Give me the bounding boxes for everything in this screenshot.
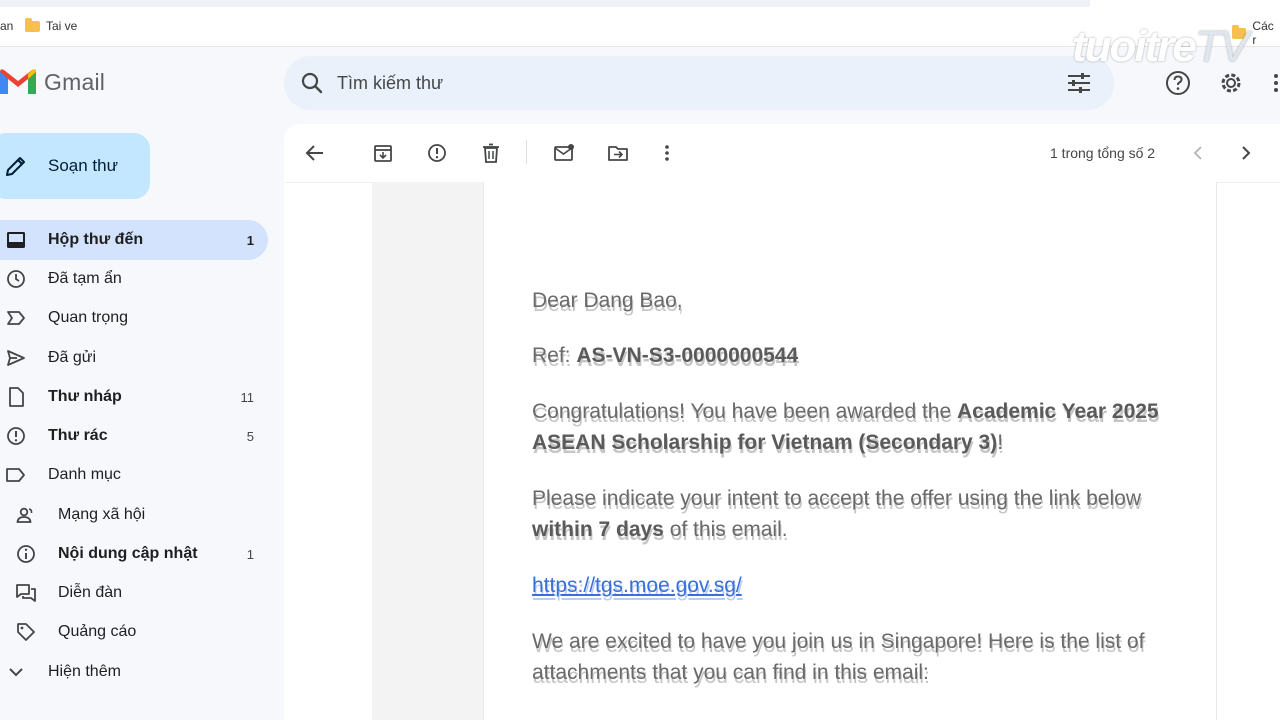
sidebar-item-label: Quan trọng bbox=[48, 309, 129, 326]
tuoitre-tv-watermark: tuoitreTV bbox=[1072, 22, 1249, 72]
move-to-folder-icon[interactable] bbox=[607, 142, 629, 164]
spam-icon bbox=[7, 427, 25, 445]
ref-value: AS-VN-S3-0000000544 bbox=[576, 344, 799, 367]
back-arrow-icon[interactable] bbox=[304, 142, 326, 164]
chevron-right-icon[interactable] bbox=[1235, 142, 1257, 164]
sidebar-item-label: Hộp thư đến bbox=[48, 231, 144, 248]
gmail-wordmark: Gmail bbox=[44, 68, 106, 95]
email-congrats: Congratulations! You have been awarded t… bbox=[532, 396, 1172, 458]
sidebar-item-drafts[interactable]: Thư nháp 11 bbox=[0, 377, 268, 417]
mark-unread-icon[interactable] bbox=[553, 142, 575, 164]
sidebar-item-label: Thư rác bbox=[48, 427, 108, 444]
message-toolbar: 1 trong tổng số 2 bbox=[284, 124, 1280, 183]
email-greeting: Dear Dang Bao, bbox=[532, 285, 1172, 316]
chevron-left-icon[interactable] bbox=[1187, 142, 1209, 164]
sidebar-item-forums[interactable]: Diễn đàn bbox=[0, 573, 268, 613]
congrats-prefix: Congratulations! You have been awarded t… bbox=[532, 400, 957, 423]
draft-count: 11 bbox=[240, 389, 255, 405]
info-icon bbox=[17, 545, 35, 563]
watermark-main: tuoitre bbox=[1072, 22, 1197, 71]
email-intent: Please indicate your intent to accept th… bbox=[532, 483, 1172, 545]
excited-text: We are excited to have you join us in Si… bbox=[532, 630, 1145, 684]
intent-deadline: within 7 days bbox=[532, 518, 664, 541]
bookmark-tai-ve[interactable]: Tai ve bbox=[25, 17, 78, 33]
clock-icon bbox=[7, 270, 25, 288]
chevron-down-icon bbox=[9, 668, 23, 677]
pencil-icon bbox=[6, 157, 25, 176]
greeting-text: Dear Dang Bao, bbox=[532, 289, 683, 312]
sidebar-item-label: Mạng xã hội bbox=[58, 506, 146, 523]
sidebar-item-important[interactable]: Quan trọng bbox=[0, 298, 268, 338]
sidebar-item-social[interactable]: Mạng xã hội bbox=[0, 495, 268, 535]
people-icon bbox=[16, 507, 33, 523]
sidebar-item-promotions[interactable]: Quảng cáo bbox=[0, 612, 268, 652]
sidebar-item-sent[interactable]: Đã gửi bbox=[0, 338, 268, 378]
gmail-logo[interactable]: Gmail bbox=[0, 68, 105, 96]
sidebar-item-label: Nội dung cập nhật bbox=[58, 545, 198, 562]
sidebar-item-label: Thư nháp bbox=[48, 388, 122, 405]
folder-icon bbox=[25, 17, 40, 32]
sidebar-item-label: Đã tạm ẩn bbox=[48, 270, 122, 287]
updates-count: 1 bbox=[246, 546, 254, 562]
archive-icon[interactable] bbox=[372, 142, 394, 164]
search-bar[interactable]: Tìm kiếm thư bbox=[284, 56, 1114, 110]
more-vert-icon[interactable] bbox=[656, 142, 678, 164]
sidebar-item-label: Quảng cáo bbox=[58, 623, 137, 640]
email-excited: We are excited to have you join us in Si… bbox=[532, 626, 1172, 688]
intent-suffix: of this email. bbox=[663, 518, 788, 541]
bookmark-tai-ve-label: Tai ve bbox=[46, 19, 78, 33]
pagination-label: 1 trong tổng số 2 bbox=[1050, 145, 1156, 161]
congrats-suffix: ! bbox=[997, 431, 1004, 454]
gmail-m-icon bbox=[0, 69, 36, 94]
sidebar-item-label: Đã gửi bbox=[48, 349, 97, 366]
help-icon[interactable] bbox=[1165, 70, 1191, 96]
toolbar-divider bbox=[526, 140, 527, 164]
search-icon[interactable] bbox=[300, 71, 324, 95]
filter-options-icon[interactable] bbox=[1066, 71, 1092, 95]
search-input[interactable]: Tìm kiếm thư bbox=[337, 73, 443, 94]
tag-icon bbox=[17, 623, 35, 641]
draft-icon bbox=[9, 387, 24, 407]
sidebar-item-more[interactable]: Hiện thêm bbox=[0, 652, 268, 692]
delete-trash-icon[interactable] bbox=[480, 142, 502, 164]
watermark-suffix: TV bbox=[1194, 22, 1249, 71]
unread-count: 1 bbox=[246, 232, 254, 248]
sidebar-item-updates[interactable]: Nội dung cập nhật 1 bbox=[0, 534, 268, 574]
spam-count: 5 bbox=[246, 428, 254, 444]
message-panel: 1 trong tổng số 2 Dear Dang Bao, Ref: AS… bbox=[284, 124, 1280, 720]
intent-prefix: Please indicate your intent to accept th… bbox=[532, 487, 1141, 510]
report-spam-icon[interactable] bbox=[426, 142, 448, 164]
sidebar-item-label: Danh mục bbox=[48, 466, 121, 483]
sidebar-item-inbox[interactable]: Hộp thư đến 1 bbox=[0, 220, 268, 260]
sidebar-item-categories[interactable]: Danh mục bbox=[0, 455, 268, 495]
email-ref: Ref: AS-VN-S3-0000000544 bbox=[532, 340, 1172, 371]
bookmark-other-label: Các r bbox=[1252, 19, 1274, 47]
sidebar-item-spam[interactable]: Thư rác 5 bbox=[0, 416, 268, 456]
inbox-icon bbox=[7, 232, 25, 248]
label-important-icon bbox=[7, 311, 25, 325]
compose-label: Soạn thư bbox=[48, 156, 118, 175]
email-link-row: https://tgs.moe.gov.sg/ bbox=[532, 570, 1172, 601]
ref-label: Ref: bbox=[532, 344, 577, 367]
sidebar-item-snoozed[interactable]: Đã tạm ẩn bbox=[0, 259, 268, 299]
bookmark-left-label: an bbox=[0, 19, 14, 33]
category-icon bbox=[6, 468, 25, 482]
offer-link[interactable]: https://tgs.moe.gov.sg/ bbox=[532, 574, 742, 597]
sidebar-item-label: Diễn đàn bbox=[58, 584, 123, 601]
forum-icon bbox=[16, 584, 36, 602]
sidebar-item-label: Hiện thêm bbox=[48, 663, 121, 680]
tab-strip-edge bbox=[0, 0, 1090, 7]
settings-gear-icon[interactable] bbox=[1218, 70, 1244, 96]
send-icon bbox=[7, 350, 25, 366]
compose-button[interactable]: Soạn thư bbox=[0, 133, 150, 199]
apps-grid-icon[interactable] bbox=[1272, 70, 1280, 96]
bookmark-left[interactable]: an bbox=[0, 19, 13, 33]
